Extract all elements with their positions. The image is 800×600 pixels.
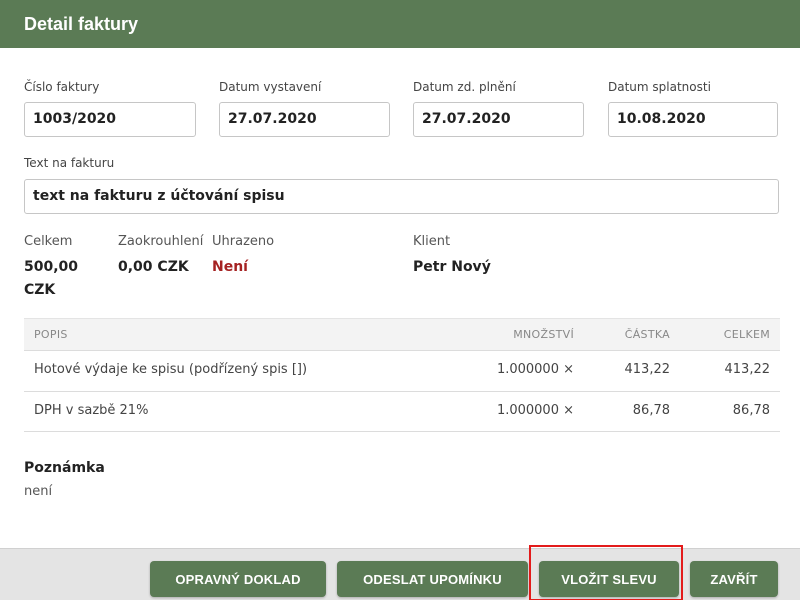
- tax-date-label: Datum zd. plnění: [413, 80, 516, 94]
- invoice-items-table: POPIS MNOŽSTVÍ ČÁSTKA CELKEM Hotové výda…: [24, 318, 780, 432]
- row-quantity: 1.000000 ×: [496, 362, 574, 377]
- column-header-amount: ČÁSTKA: [624, 328, 670, 341]
- client-name: Petr Nový: [413, 259, 491, 275]
- invoice-text-label: Text na fakturu: [24, 156, 115, 170]
- note-label: Poznámka: [24, 460, 105, 476]
- row-description: Hotové výdaje ke spisu (podřízený spis […: [34, 362, 308, 377]
- invoice-number-field[interactable]: 1003/2020: [24, 102, 196, 137]
- dialog-footer: OPRAVNÝ DOKLAD ODESLAT UPOMÍNKU VLOŽIT S…: [0, 548, 800, 600]
- dialog-title: Detail faktury: [24, 14, 139, 34]
- row-description: DPH v sazbě 21%: [34, 403, 149, 418]
- table-row: Hotové výdaje ke spisu (podřízený spis […: [24, 350, 780, 391]
- close-button[interactable]: ZAVŘÍT: [690, 561, 778, 597]
- send-reminder-button[interactable]: ODESLAT UPOMÍNKU: [337, 561, 528, 597]
- invoice-text-field[interactable]: text na fakturu z účtování spisu: [24, 179, 779, 214]
- total-label: Celkem: [24, 234, 73, 249]
- issue-date-field[interactable]: 27.07.2020: [219, 102, 390, 137]
- row-total: 86,78: [732, 403, 770, 418]
- table-header: POPIS MNOŽSTVÍ ČÁSTKA CELKEM: [24, 318, 780, 350]
- row-total: 413,22: [724, 362, 771, 377]
- note-value: není: [24, 484, 53, 499]
- paid-label: Uhrazeno: [212, 234, 275, 249]
- rounding-label: Zaokrouhlení: [118, 234, 204, 249]
- correction-document-button[interactable]: OPRAVNÝ DOKLAD: [150, 561, 326, 597]
- add-discount-button[interactable]: VLOŽIT SLEVU: [539, 561, 679, 597]
- due-date-label: Datum splatnosti: [608, 80, 711, 94]
- due-date-field[interactable]: 10.08.2020: [608, 102, 778, 137]
- paid-status: Není: [212, 259, 248, 275]
- rounding-value: 0,00 CZK: [118, 259, 189, 275]
- dialog-header: Detail faktury: [0, 0, 800, 48]
- column-header-description: POPIS: [34, 328, 68, 341]
- column-header-total: CELKEM: [723, 328, 770, 341]
- invoice-number-label: Číslo faktury: [24, 80, 100, 94]
- table-row: DPH v sazbě 21% 1.000000 × 86,78 86,78: [24, 391, 780, 432]
- tax-date-field[interactable]: 27.07.2020: [413, 102, 584, 137]
- row-amount: 413,22: [624, 362, 671, 377]
- row-quantity: 1.000000 ×: [496, 403, 574, 418]
- row-amount: 86,78: [632, 403, 670, 418]
- total-value-currency: CZK: [24, 282, 56, 298]
- issue-date-label: Datum vystavení: [219, 80, 322, 94]
- client-label: Klient: [413, 234, 451, 249]
- column-header-quantity: MNOŽSTVÍ: [513, 328, 574, 341]
- total-value-amount: 500,00: [24, 259, 79, 275]
